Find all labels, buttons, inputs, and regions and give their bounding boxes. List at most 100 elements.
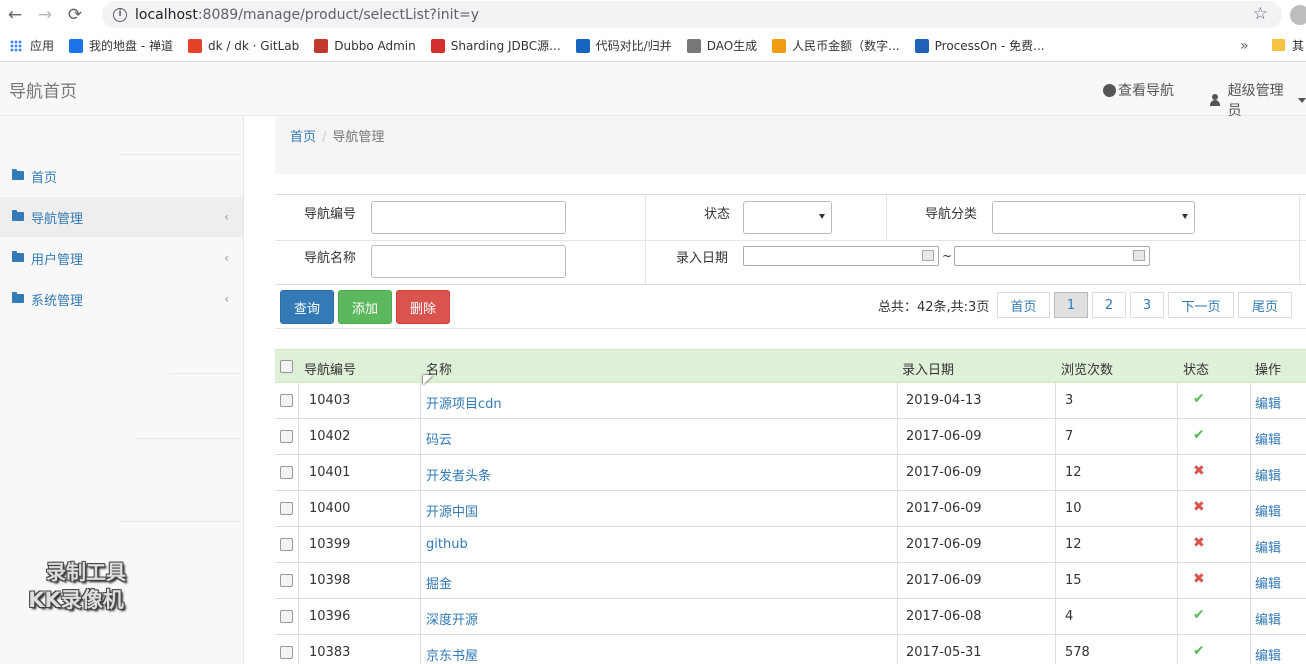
cell-date: 2017-06-09 bbox=[906, 537, 982, 552]
brand-link[interactable]: 导航首页 bbox=[9, 77, 77, 102]
address-bar[interactable]: i localhost:8089/manage/product/selectLi… bbox=[102, 1, 1282, 28]
folder-icon bbox=[12, 250, 24, 262]
star-icon[interactable]: ☆ bbox=[1253, 4, 1268, 24]
edit-link[interactable]: 编辑 bbox=[1255, 573, 1281, 592]
bookmark-item[interactable]: DAO生成 bbox=[686, 37, 757, 54]
page-next-button[interactable]: 下一页 bbox=[1168, 292, 1234, 318]
cell-date: 2017-06-08 bbox=[906, 609, 982, 624]
reload-icon[interactable]: ⟳ bbox=[60, 5, 90, 25]
view-nav-link[interactable]: 查看导航 bbox=[1103, 80, 1174, 100]
sidebar-item-home[interactable]: 首页 bbox=[0, 156, 243, 196]
cross-icon: ✖ bbox=[1193, 571, 1205, 587]
user-menu[interactable]: 超级管理员 bbox=[1210, 80, 1306, 120]
cell-views: 4 bbox=[1065, 609, 1074, 624]
cell-name-link[interactable]: 开源项目cdn bbox=[426, 393, 502, 412]
cell-divider bbox=[1055, 419, 1056, 455]
col-header-status[interactable]: 状态 bbox=[1183, 359, 1209, 378]
sidebar-item-label: 用户管理 bbox=[31, 252, 84, 268]
cell-name-link[interactable]: 码云 bbox=[426, 429, 452, 448]
edit-link[interactable]: 编辑 bbox=[1255, 465, 1281, 484]
row-checkbox[interactable] bbox=[280, 538, 293, 551]
calendar-icon[interactable] bbox=[922, 250, 934, 261]
bookmark-item[interactable]: Dubbo Admin bbox=[314, 38, 416, 53]
edit-link[interactable]: 编辑 bbox=[1255, 645, 1281, 664]
view-nav-label: 查看导航 bbox=[1118, 83, 1174, 99]
cell-divider bbox=[897, 635, 898, 664]
cross-icon: ✖ bbox=[1193, 463, 1205, 479]
info-icon[interactable]: i bbox=[113, 7, 127, 22]
nav-no-input[interactable] bbox=[371, 201, 566, 234]
date-end-input[interactable] bbox=[954, 246, 1150, 266]
cell-name-link[interactable]: 京东书屋 bbox=[426, 645, 478, 664]
edit-link[interactable]: 编辑 bbox=[1255, 429, 1281, 448]
calendar-icon[interactable] bbox=[1133, 250, 1145, 261]
date-label: 录入日期 bbox=[676, 251, 729, 266]
cell-views: 12 bbox=[1065, 537, 1082, 552]
status-select[interactable] bbox=[743, 201, 832, 234]
date-start-input[interactable] bbox=[743, 246, 939, 266]
page-3-button[interactable]: 3 bbox=[1130, 292, 1164, 318]
sidebar-item-nav-manage[interactable]: 导航管理 ‹ bbox=[0, 197, 243, 237]
bookmark-item[interactable]: Sharding JDBC源... bbox=[430, 37, 561, 54]
col-header-op[interactable]: 操作 bbox=[1255, 359, 1281, 378]
cell-divider bbox=[1177, 635, 1178, 664]
bookmark-favicon-icon bbox=[575, 38, 590, 53]
cell-name-link[interactable]: 开发者头条 bbox=[426, 465, 491, 484]
cell-divider bbox=[1177, 383, 1178, 419]
row-checkbox[interactable] bbox=[280, 466, 293, 479]
profile-avatar-icon[interactable] bbox=[1290, 5, 1306, 25]
page-last-button[interactable]: 尾页 bbox=[1238, 292, 1292, 318]
bookmark-item[interactable]: 人民币金额（数字... bbox=[772, 37, 900, 54]
cell-divider bbox=[1250, 635, 1251, 664]
col-header-date[interactable]: 录入日期 bbox=[902, 359, 954, 378]
row-checkbox[interactable] bbox=[280, 610, 293, 623]
col-header-no[interactable]: 导航编号 bbox=[304, 359, 356, 378]
cell-name-link[interactable]: 掘金 bbox=[426, 573, 452, 592]
row-checkbox[interactable] bbox=[280, 574, 293, 587]
cell-views: 578 bbox=[1065, 645, 1090, 660]
cell-divider bbox=[420, 419, 421, 455]
row-checkbox[interactable] bbox=[280, 394, 293, 407]
category-select[interactable] bbox=[992, 201, 1195, 234]
bookmark-item[interactable]: ProcessOn - 免费... bbox=[914, 37, 1045, 54]
sidebar-item-system-manage[interactable]: 系统管理 ‹ bbox=[0, 279, 243, 319]
edit-link[interactable]: 编辑 bbox=[1255, 393, 1281, 412]
col-header-views[interactable]: 浏览次数 bbox=[1061, 359, 1113, 378]
back-arrow-icon[interactable]: ← bbox=[0, 5, 30, 25]
cell-name-link[interactable]: 深度开源 bbox=[426, 609, 478, 628]
forward-arrow-icon[interactable]: → bbox=[30, 5, 60, 25]
delete-button[interactable]: 删除 bbox=[396, 290, 450, 324]
bookmark-item[interactable]: dk / dk · GitLab bbox=[187, 38, 299, 53]
cell-divider bbox=[298, 599, 299, 635]
breadcrumb: 首页 / 导航管理 bbox=[275, 116, 1306, 174]
bookmark-folder-label[interactable]: 其 bbox=[1292, 37, 1304, 54]
table-row: 10401 开发者头条 2017-06-09 12 ✖ 编辑 bbox=[275, 455, 1306, 491]
row-checkbox[interactable] bbox=[280, 646, 293, 659]
bookmark-item[interactable]: 代码对比/归并 bbox=[575, 37, 672, 54]
bookmark-label: 代码对比/归并 bbox=[595, 39, 672, 53]
bookmark-item[interactable]: 应用 bbox=[0, 37, 54, 54]
bookmark-favicon-icon bbox=[187, 38, 202, 53]
page-1-button[interactable]: 1 bbox=[1054, 292, 1088, 318]
row-checkbox[interactable] bbox=[280, 502, 293, 515]
edit-link[interactable]: 编辑 bbox=[1255, 609, 1281, 628]
nav-name-input[interactable] bbox=[371, 245, 566, 278]
query-button[interactable]: 查询 bbox=[280, 290, 334, 324]
add-button[interactable]: 添加 bbox=[338, 290, 392, 324]
cell-divider bbox=[897, 383, 898, 419]
page-2-button[interactable]: 2 bbox=[1092, 292, 1126, 318]
breadcrumb-home[interactable]: 首页 bbox=[290, 130, 316, 145]
cell-name-link[interactable]: 开源中国 bbox=[426, 501, 478, 520]
url-path: :8089/manage/product/selectList?init=y bbox=[197, 6, 480, 23]
row-checkbox[interactable] bbox=[280, 430, 293, 443]
edit-link[interactable]: 编辑 bbox=[1255, 537, 1281, 556]
cell-divider bbox=[1055, 635, 1056, 664]
sidebar-item-user-manage[interactable]: 用户管理 ‹ bbox=[0, 238, 243, 278]
bookmarks-overflow-button[interactable]: » bbox=[1240, 38, 1249, 54]
edit-link[interactable]: 编辑 bbox=[1255, 501, 1281, 520]
bookmark-item[interactable]: 我的地盘 - 禅道 bbox=[69, 37, 173, 54]
select-all-checkbox[interactable] bbox=[280, 360, 293, 373]
toolbar-divider bbox=[275, 328, 1306, 329]
cell-name-link[interactable]: github bbox=[426, 537, 468, 552]
page-first-button[interactable]: 首页 bbox=[997, 292, 1050, 318]
